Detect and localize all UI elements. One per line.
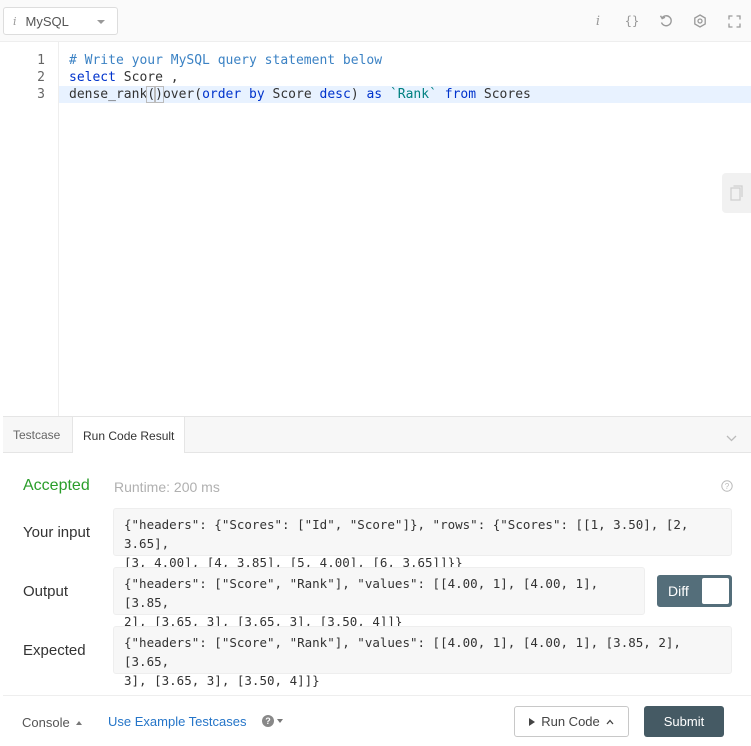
- runtime-text: Runtime: 200 ms: [114, 479, 220, 495]
- keyword-desc: desc: [319, 87, 351, 102]
- editor-toolbar: i MySQL i {}: [0, 0, 751, 42]
- reset-icon[interactable]: [649, 0, 683, 42]
- toggle-knob: [702, 578, 729, 604]
- code-function: dense_rank: [69, 87, 148, 102]
- diff-label: Diff: [668, 583, 689, 599]
- keyword-as: as: [358, 87, 390, 102]
- svg-text:?: ?: [265, 716, 271, 726]
- side-panel-tab[interactable]: [722, 173, 751, 213]
- copy-icon: [730, 185, 743, 201]
- chevron-up-icon: [606, 719, 614, 724]
- question-icon: ?: [262, 715, 274, 727]
- help-icon[interactable]: ?: [721, 479, 733, 497]
- console-button[interactable]: Console: [22, 715, 82, 730]
- status-accepted: Accepted: [23, 477, 90, 494]
- expected-value: {"headers": ["Score", "Rank"], "values":…: [113, 626, 732, 688]
- play-icon: [529, 717, 536, 726]
- run-code-button[interactable]: Run Code: [514, 706, 629, 737]
- braces-icon[interactable]: {}: [615, 0, 649, 42]
- info-icon[interactable]: i: [581, 0, 615, 42]
- submit-button[interactable]: Submit: [644, 706, 724, 737]
- result-tabs: Testcase Run Code Result: [3, 416, 751, 454]
- settings-icon[interactable]: [683, 0, 717, 42]
- code-line-3: dense_rank()over(order by Score desc) as…: [69, 86, 531, 103]
- diff-toggle[interactable]: Diff: [657, 575, 732, 607]
- code-line-1: # Write your MySQL query statement below: [69, 53, 383, 68]
- console-label: Console: [22, 715, 70, 730]
- code-text: Scores: [483, 87, 531, 102]
- expected-label: Expected: [23, 642, 86, 659]
- code-text: over: [162, 87, 195, 102]
- fullscreen-icon[interactable]: [717, 0, 751, 42]
- language-select[interactable]: i MySQL: [3, 7, 118, 35]
- run-code-result-panel: Accepted Runtime: 200 ms ? Your input {"…: [3, 453, 751, 695]
- chevron-down-icon: [97, 20, 105, 24]
- info-small-icon: i: [13, 14, 17, 28]
- bracket-match: (: [146, 86, 157, 103]
- keyword-select: select: [69, 70, 116, 85]
- chevron-down-icon[interactable]: [726, 429, 737, 447]
- code-text: Score ,: [115, 70, 179, 85]
- chevron-up-icon: [75, 720, 82, 725]
- code-editor[interactable]: 1 2 3 # Write your MySQL query statement…: [0, 42, 751, 416]
- tab-run-code-result[interactable]: Run Code Result: [72, 417, 186, 454]
- code-text: (: [194, 87, 203, 102]
- output-label: Output: [23, 583, 69, 600]
- code-text: Score: [264, 87, 320, 102]
- run-code-label: Run Code: [541, 714, 600, 729]
- code-text: ): [350, 87, 359, 102]
- your-input-label: Your input: [23, 524, 91, 541]
- help-dropdown[interactable]: ?: [262, 715, 283, 727]
- line-gutter: 1 2 3: [3, 42, 59, 416]
- use-example-testcases-link[interactable]: Use Example Testcases: [108, 714, 247, 729]
- chevron-down-icon: [277, 719, 283, 723]
- svg-text:?: ?: [725, 482, 730, 491]
- code-line-2: select Score ,: [69, 69, 179, 86]
- your-input-value: {"headers": {"Scores": ["Id", "Score"]},…: [113, 508, 732, 570]
- code-identifier: `Rank`: [389, 87, 437, 102]
- line-number: 3: [37, 87, 45, 102]
- tab-testcase[interactable]: Testcase: [3, 417, 70, 453]
- line-number: 2: [37, 70, 45, 85]
- keyword-order-by: order by: [202, 87, 265, 102]
- keyword-from: from: [436, 87, 484, 102]
- language-label: MySQL: [25, 13, 69, 29]
- bottom-action-bar: Console Use Example Testcases ? Run Code…: [3, 695, 751, 746]
- output-value: {"headers": ["Score", "Rank"], "values":…: [113, 567, 645, 629]
- toolbar-icons: i {}: [581, 0, 751, 42]
- bracket-match: ): [154, 86, 164, 103]
- line-number: 1: [37, 53, 45, 68]
